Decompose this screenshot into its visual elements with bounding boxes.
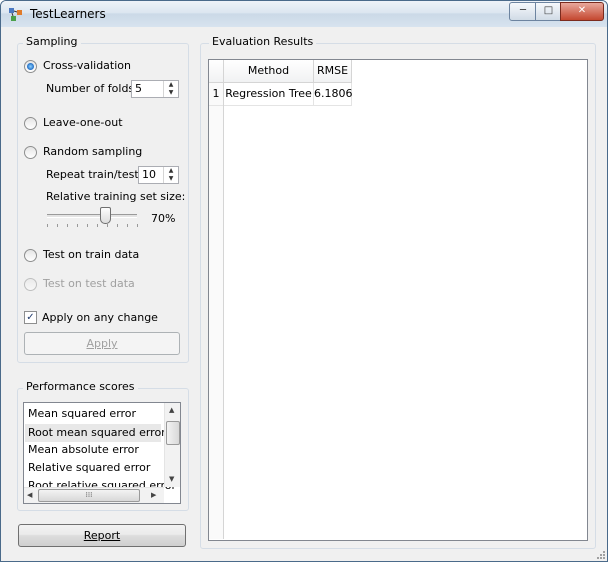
slider-tick [47, 224, 48, 227]
train-size-label: Relative training set size: [46, 190, 186, 203]
slider-tick [107, 224, 108, 227]
report-button-label: Report [83, 529, 121, 542]
list-item[interactable]: Relative squared error [28, 461, 150, 474]
folds-spin-up-icon[interactable]: ▲ [164, 81, 178, 89]
performance-list[interactable]: Mean squared error Root mean squared err… [23, 402, 181, 504]
repeat-spin-arrows: ▲ ▼ [163, 167, 178, 183]
slider-tick [137, 224, 138, 227]
train-size-slider-track[interactable] [47, 214, 137, 218]
apply-on-change-label[interactable]: Apply on any change [42, 311, 158, 324]
scroll-left-icon[interactable]: ◀ [27, 491, 32, 499]
list-horizontal-scrollbar[interactable]: ◀ ⁞⁞⁞ ▶ [24, 487, 164, 503]
list-item[interactable]: Mean squared error [28, 407, 136, 420]
results-table[interactable]: Method RMSE 1 Regression Tree 6.1806 [208, 59, 588, 541]
cross-validation-radio[interactable] [24, 60, 37, 73]
list-item-selected[interactable]: Root mean squared error [25, 424, 166, 442]
column-header-method[interactable]: Method [224, 60, 314, 83]
test-on-train-label[interactable]: Test on train data [43, 248, 139, 261]
slider-tick [67, 224, 68, 227]
scroll-right-icon[interactable]: ▶ [151, 491, 156, 499]
test-on-test-label: Test on test data [43, 277, 135, 290]
apply-button-label: Apply [86, 337, 118, 350]
window-title: TestLearners [30, 7, 106, 21]
list-vertical-scroll-thumb[interactable] [166, 421, 180, 445]
close-button[interactable]: ✕ [560, 2, 604, 21]
grip-icon: ⁞⁞⁞ [85, 491, 93, 499]
repeat-spin-up-icon[interactable]: ▲ [164, 167, 178, 175]
random-sampling-radio[interactable] [24, 146, 37, 159]
repeat-label: Repeat train/test: [46, 168, 143, 181]
apply-on-change-checkbox[interactable]: ✓ [24, 311, 37, 324]
client-area: Sampling Cross-validation Number of fold… [1, 27, 607, 561]
cross-validation-label[interactable]: Cross-validation [43, 59, 131, 72]
test-on-train-radio[interactable] [24, 249, 37, 262]
minimize-button[interactable]: ─ [509, 2, 537, 21]
table-cell-rmse[interactable]: 6.1806 [314, 83, 353, 106]
folds-spinbox[interactable]: 5 ▲ ▼ [131, 80, 179, 98]
scroll-down-icon[interactable]: ▼ [169, 475, 174, 483]
folds-value[interactable]: 5 [135, 82, 142, 95]
leave-one-out-label[interactable]: Leave-one-out [43, 116, 123, 129]
title-bar[interactable]: TestLearners ─ □ ✕ [1, 1, 607, 27]
random-sampling-label[interactable]: Random sampling [43, 145, 142, 158]
check-icon: ✓ [26, 312, 35, 323]
row-header-column [209, 83, 224, 539]
table-corner [209, 60, 224, 83]
slider-tick [87, 224, 88, 227]
app-icon [9, 8, 22, 21]
slider-tick [127, 224, 128, 227]
report-button[interactable]: Report [18, 524, 186, 547]
resize-grip-icon[interactable] [597, 551, 606, 560]
list-item[interactable]: Mean absolute error [28, 443, 139, 456]
repeat-value[interactable]: 10 [142, 168, 156, 181]
list-vertical-scrollbar[interactable]: ▲ ▼ [164, 403, 180, 487]
folds-spin-down-icon[interactable]: ▼ [164, 89, 178, 97]
maximize-button[interactable]: □ [535, 2, 562, 21]
slider-tick [117, 224, 118, 227]
results-group-title: Evaluation Results [209, 35, 317, 48]
slider-tick [77, 224, 78, 227]
table-cell-method[interactable]: Regression Tree [224, 83, 314, 106]
repeat-spinbox[interactable]: 10 ▲ ▼ [138, 166, 179, 184]
train-size-slider-thumb[interactable] [100, 207, 111, 224]
folds-spin-arrows: ▲ ▼ [163, 81, 178, 97]
apply-button: Apply [24, 332, 180, 355]
folds-label: Number of folds: [46, 82, 138, 95]
column-header-rmse[interactable]: RMSE [314, 60, 352, 83]
test-on-test-radio [24, 278, 37, 291]
scroll-up-icon[interactable]: ▲ [169, 406, 174, 414]
leave-one-out-radio[interactable] [24, 117, 37, 130]
performance-group-title: Performance scores [23, 380, 138, 393]
row-number[interactable]: 1 [209, 83, 223, 106]
list-horizontal-scroll-thumb[interactable]: ⁞⁞⁞ [38, 489, 140, 502]
slider-tick [57, 224, 58, 227]
sampling-group-title: Sampling [23, 35, 81, 48]
train-size-value: 70% [151, 212, 176, 225]
slider-tick [97, 224, 98, 227]
repeat-spin-down-icon[interactable]: ▼ [164, 175, 178, 183]
test-learners-window: TestLearners ─ □ ✕ Sampling Cross-valida… [0, 0, 608, 562]
